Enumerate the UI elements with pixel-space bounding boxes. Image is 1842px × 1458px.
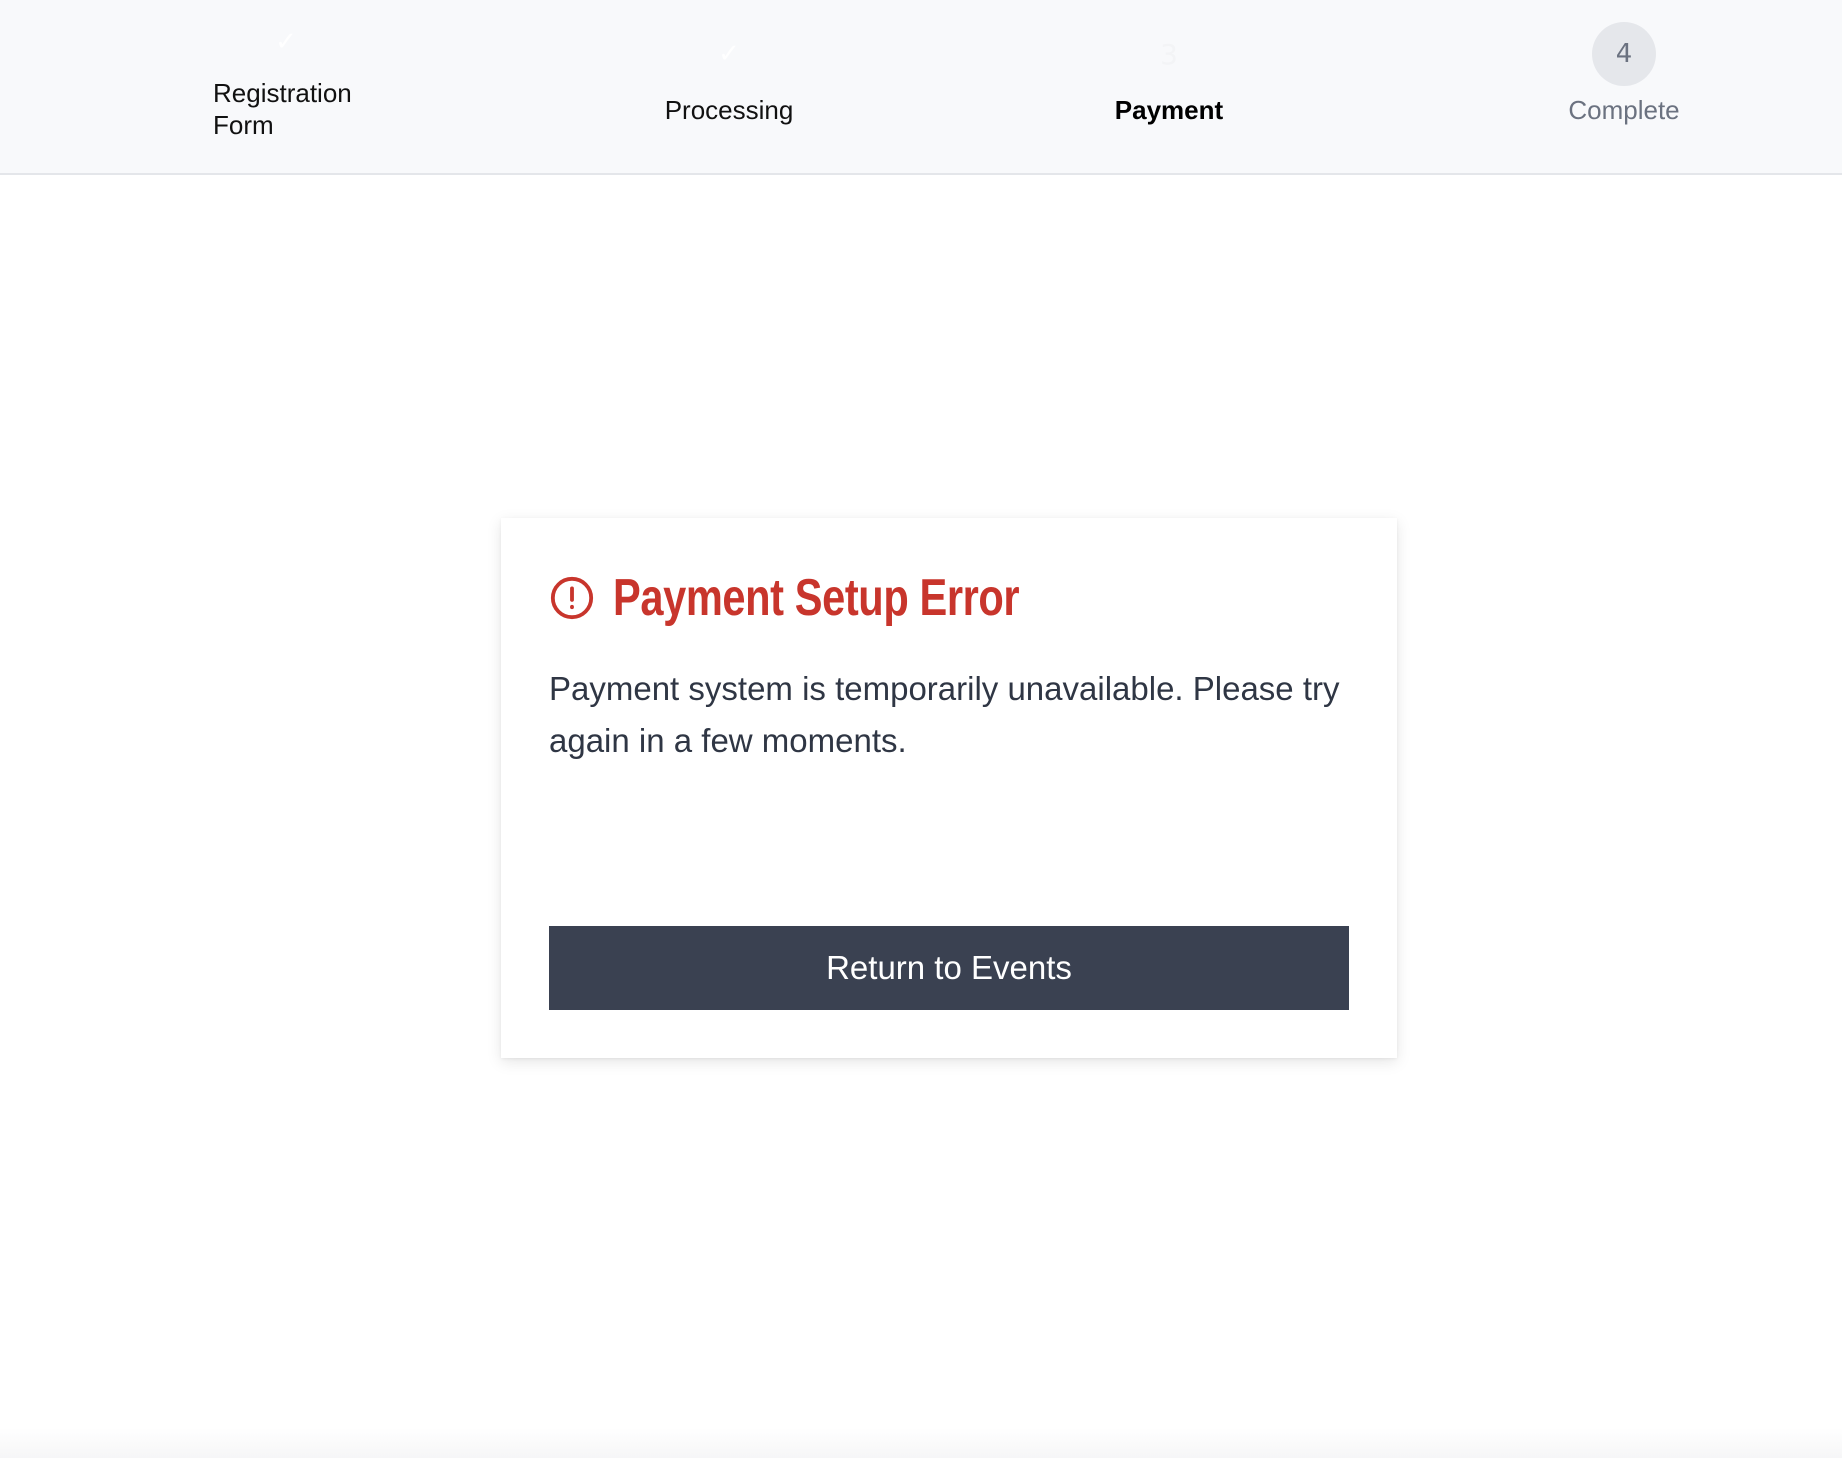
error-card-header: Payment Setup Error <box>549 568 1121 628</box>
step-label: Payment <box>1114 95 1224 125</box>
step-payment: 3 Payment <box>1019 0 1319 175</box>
step-number: 3 <box>1160 37 1178 71</box>
step-label: Registration Form <box>213 78 352 140</box>
bottom-fade <box>0 1428 1842 1458</box>
step-complete: 4 Complete <box>1474 0 1774 175</box>
step-number: 4 <box>1592 22 1656 86</box>
checkmark-icon: ✓ <box>718 39 740 69</box>
step-processing: ✓ Processing <box>579 0 879 175</box>
return-to-events-button[interactable]: Return to Events <box>549 926 1349 1010</box>
error-card: Payment Setup Error Payment system is te… <box>501 518 1397 1058</box>
alert-circle-icon <box>550 576 594 620</box>
step-label: Processing <box>664 95 794 125</box>
error-message: Payment system is temporarily unavailabl… <box>549 670 1340 759</box>
error-title: Payment Setup Error <box>613 569 1020 627</box>
checkmark-icon: ✓ <box>275 27 297 57</box>
step-label: Complete <box>1568 95 1680 125</box>
step-registration-form: ✓ Registration Form <box>136 0 436 175</box>
progress-stepper: ✓ Registration Form ✓ Processing 3 Payme… <box>0 0 1842 175</box>
